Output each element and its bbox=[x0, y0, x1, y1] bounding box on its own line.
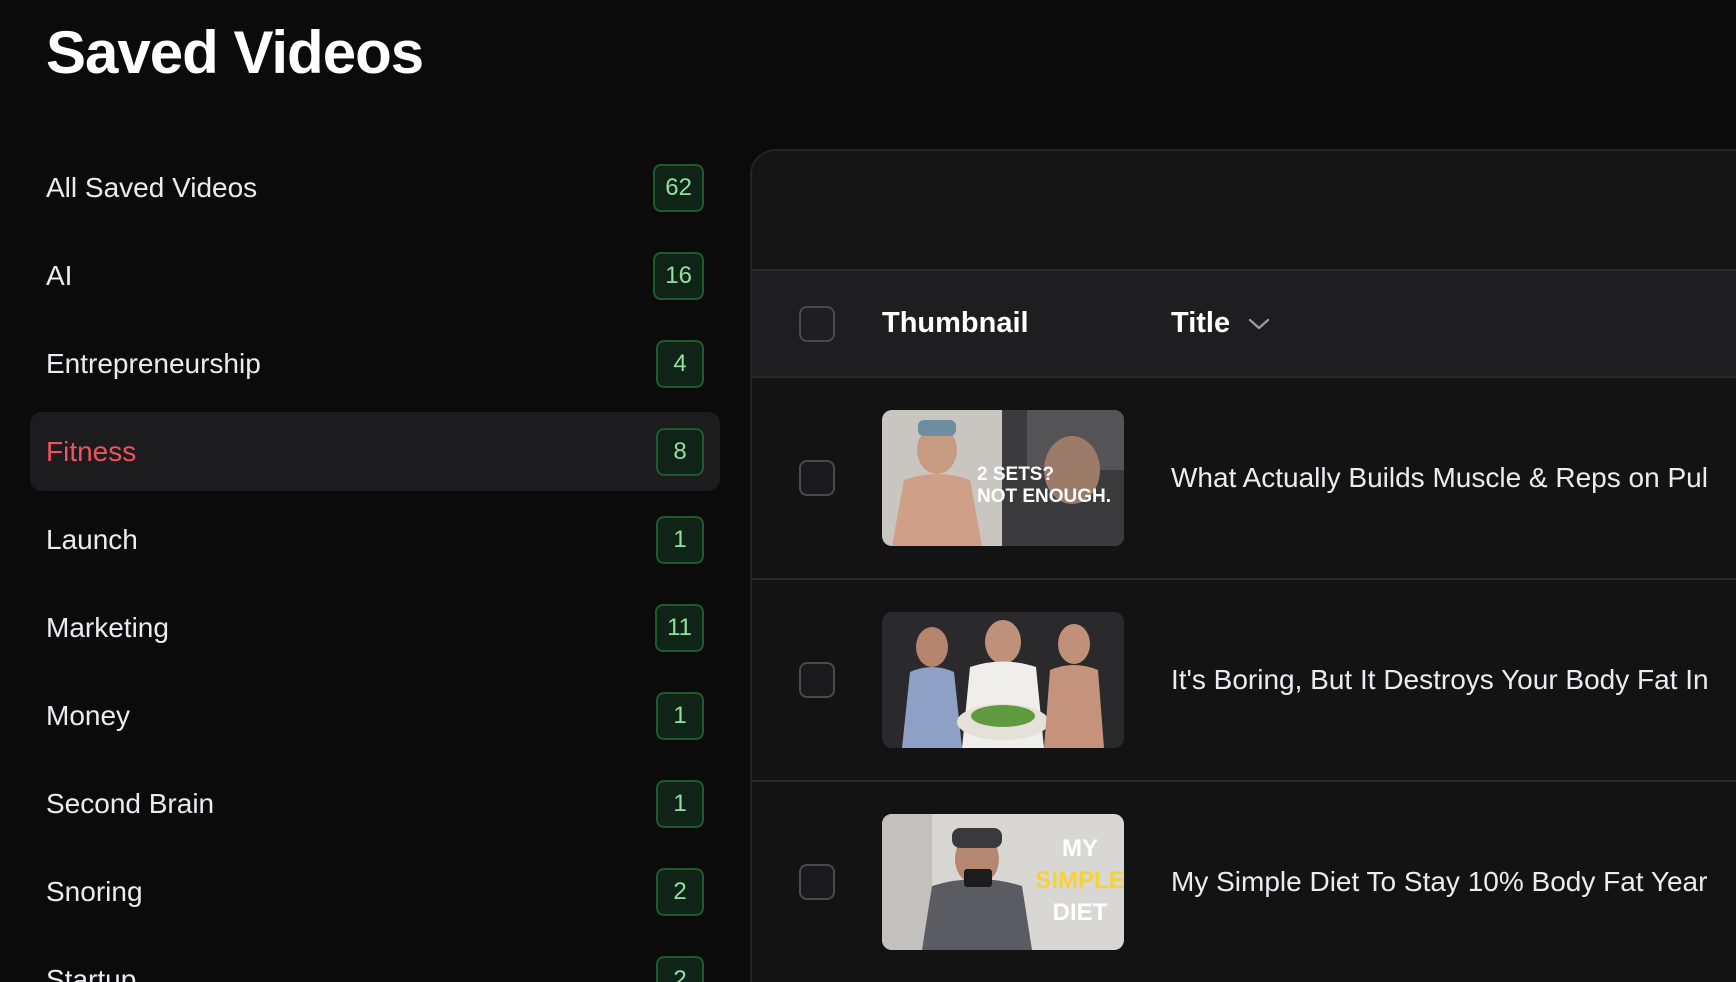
sidebar-item-money[interactable]: Money 1 bbox=[30, 676, 720, 755]
sidebar-item-label: Startup bbox=[46, 963, 137, 982]
video-title[interactable]: My Simple Diet To Stay 10% Body Fat Year bbox=[1171, 866, 1707, 898]
videos-panel: Thumbnail Title 2 SETS? NOT ENOUGH. What… bbox=[750, 149, 1736, 982]
row-checkbox[interactable] bbox=[799, 460, 835, 496]
page-title: Saved Videos bbox=[46, 19, 424, 86]
sidebar-item-label: Marketing bbox=[46, 611, 169, 643]
sidebar-item-second-brain[interactable]: Second Brain 1 bbox=[30, 764, 720, 843]
table-row[interactable]: MY SIMPLE DIET My Simple Diet To Stay 10… bbox=[752, 782, 1736, 982]
chevron-down-icon[interactable] bbox=[1248, 317, 1270, 331]
count-badge: 4 bbox=[656, 339, 704, 388]
thumbnail-caption-line: MY bbox=[1062, 835, 1098, 862]
sidebar-item-label: Entrepreneurship bbox=[46, 347, 261, 379]
video-title[interactable]: It's Boring, But It Destroys Your Body F… bbox=[1171, 664, 1709, 696]
count-badge: 11 bbox=[655, 603, 704, 652]
sidebar-item-label: Launch bbox=[46, 523, 138, 555]
table-header: Thumbnail Title bbox=[752, 271, 1736, 378]
sidebar-item-label: Money bbox=[46, 699, 131, 731]
sidebar-item-marketing[interactable]: Marketing 11 bbox=[30, 588, 720, 667]
sidebar-item-ai[interactable]: AI 16 bbox=[30, 236, 720, 315]
sidebar-item-launch[interactable]: Launch 1 bbox=[30, 500, 720, 579]
count-badge: 16 bbox=[653, 251, 704, 300]
sidebar-item-label: Second Brain bbox=[46, 787, 215, 819]
table-row[interactable]: 2 SETS? NOT ENOUGH. What Actually Builds… bbox=[752, 378, 1736, 580]
category-sidebar: All Saved Videos 62 AI 16 Entrepreneursh… bbox=[30, 148, 720, 982]
sidebar-item-label: Fitness bbox=[46, 435, 137, 467]
count-badge: 2 bbox=[656, 867, 704, 916]
video-thumbnail[interactable]: 2 SETS? NOT ENOUGH. bbox=[882, 410, 1124, 546]
sidebar-item-snoring[interactable]: Snoring 2 bbox=[30, 852, 720, 931]
sidebar-item-entrepreneurship[interactable]: Entrepreneurship 4 bbox=[30, 324, 720, 403]
count-badge: 62 bbox=[653, 163, 704, 212]
app-root: Saved Videos All Saved Videos 62 AI 16 E… bbox=[0, 0, 1736, 982]
count-badge: 1 bbox=[656, 691, 704, 740]
sidebar-item-label: All Saved Videos bbox=[46, 171, 258, 203]
thumbnail-caption-line: NOT ENOUGH. bbox=[977, 486, 1111, 507]
column-header-title[interactable]: Title bbox=[1171, 307, 1270, 340]
column-header-thumbnail: Thumbnail bbox=[882, 307, 1029, 339]
row-checkbox[interactable] bbox=[799, 864, 835, 900]
thumbnail-caption-line: 2 SETS? bbox=[977, 464, 1054, 485]
sidebar-item-fitness[interactable]: Fitness 8 bbox=[30, 412, 720, 491]
column-header-title-label: Title bbox=[1171, 307, 1231, 339]
thumbnail-caption-line: SIMPLE bbox=[1035, 867, 1124, 894]
count-badge: 2 bbox=[656, 955, 704, 982]
video-title[interactable]: What Actually Builds Muscle & Reps on Pu… bbox=[1171, 462, 1708, 494]
row-checkbox[interactable] bbox=[799, 662, 835, 698]
sidebar-item-startup[interactable]: Startup 2 bbox=[30, 940, 720, 982]
sidebar-item-label: AI bbox=[46, 259, 73, 291]
count-badge: 8 bbox=[656, 427, 704, 476]
sidebar-item-all-saved-videos[interactable]: All Saved Videos 62 bbox=[30, 148, 720, 227]
count-badge: 1 bbox=[656, 779, 704, 828]
table-row[interactable]: It's Boring, But It Destroys Your Body F… bbox=[752, 580, 1736, 782]
thumbnail-caption-line: DIET bbox=[1053, 899, 1108, 926]
select-all-checkbox[interactable] bbox=[799, 305, 835, 342]
sidebar-item-label: Snoring bbox=[46, 875, 143, 907]
count-badge: 1 bbox=[656, 515, 704, 564]
video-thumbnail[interactable] bbox=[882, 612, 1124, 748]
panel-toolbar bbox=[752, 151, 1736, 271]
video-thumbnail[interactable]: MY SIMPLE DIET bbox=[882, 814, 1124, 950]
